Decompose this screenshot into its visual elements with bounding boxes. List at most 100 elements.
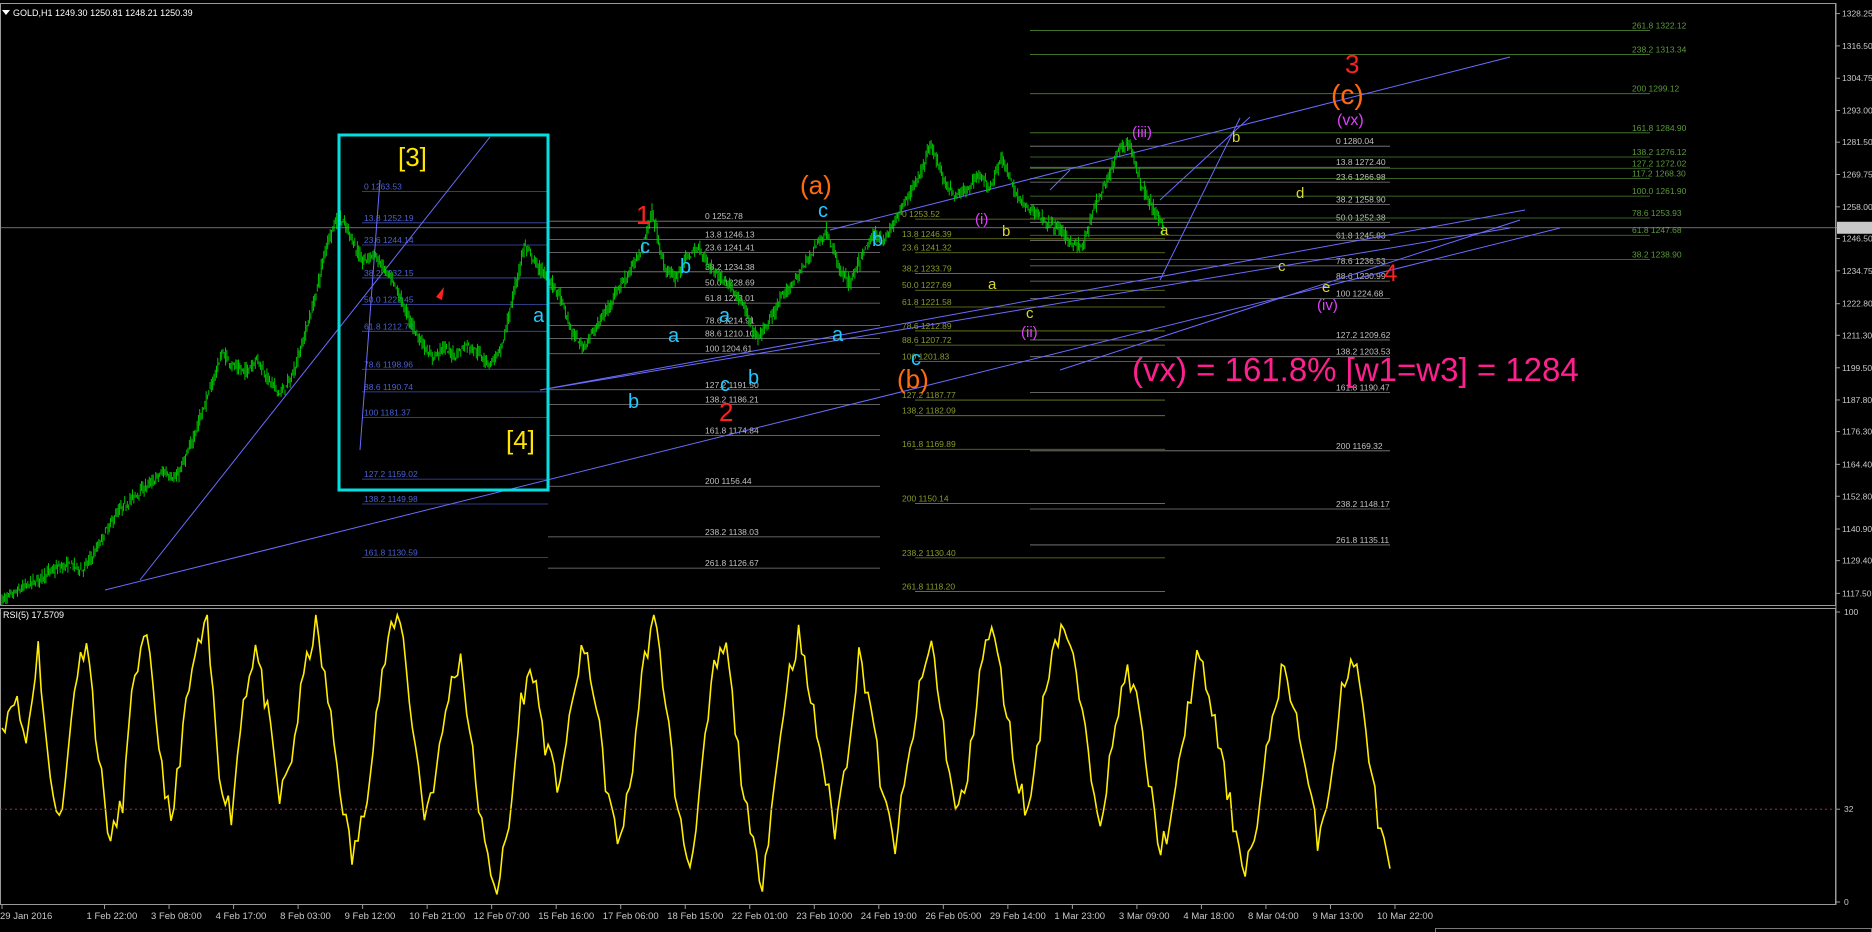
fib-level-label: 138.2 1276.12: [1632, 147, 1687, 157]
wave-label: c: [720, 374, 730, 396]
fib-level-label: 238.2 1313.34: [1632, 45, 1687, 55]
wave-label: (iii): [1132, 124, 1152, 141]
price-tick-label: 1117.50: [1842, 588, 1872, 598]
fib-level-label: 88.6 1190.74: [364, 382, 413, 392]
fib-level-label: 38.2 1238.90: [1632, 249, 1682, 259]
mt4-chart-window[interactable]: 0 1263.5313.8 1252.1923.6 1244.1438.2 12…: [0, 0, 1872, 932]
symbol-ohlc-header: GOLD,H1 1249.30 1250.81 1248.21 1250.39: [13, 8, 193, 18]
fib-level-label: 23.6 1241.32: [902, 243, 952, 253]
wave-label: b: [680, 256, 691, 278]
wave-label: 2: [719, 397, 733, 427]
fib-level-label: 200 1156.44: [705, 476, 752, 486]
price-tick-label: 1199.50: [1842, 363, 1872, 373]
fib-level-label: 0 1263.53: [364, 182, 402, 192]
fib-level-label: 100 1224.68: [1336, 289, 1384, 299]
price-tick-label: 1328.25: [1842, 9, 1872, 19]
time-tick-label: 1 Feb 22:00: [87, 911, 138, 922]
time-tick-label: 8 Feb 03:00: [280, 911, 331, 922]
price-tick-label: 1152.80: [1842, 491, 1872, 501]
fib-level-label: 38.2 1232.15: [364, 268, 414, 278]
time-tick-label: 4 Feb 17:00: [216, 911, 267, 922]
fib-level-label: 261.8 1118.20: [902, 581, 955, 591]
fib-level-label: 13.8 1252.19: [364, 213, 414, 223]
fib-level-label: 61.8 1212.76: [364, 321, 414, 331]
rsi-tick-label: 0: [1844, 897, 1849, 907]
price-tick-label: 1269.75: [1842, 170, 1872, 180]
price-tick-label: 1211.30: [1842, 330, 1872, 340]
fib-level-label: 138.2 1149.98: [364, 494, 418, 504]
fib-level-label: 138.2 1182.09: [902, 406, 956, 416]
fib-level-label: 261.8 1322.12: [1632, 20, 1687, 30]
price-tick-label: 1316.50: [1842, 41, 1872, 51]
wave-label: a: [1160, 222, 1169, 239]
fib-level-label: 38.2 1234.38: [705, 262, 755, 272]
time-tick-label: 4 Mar 18:00: [1183, 911, 1234, 922]
wave-label: 3: [1345, 49, 1359, 79]
time-tick-label: 22 Feb 01:00: [732, 911, 788, 922]
wave-label: 1: [636, 200, 650, 230]
time-tick-label: 10 Mar 22:00: [1377, 911, 1433, 922]
time-tick-label: 12 Feb 07:00: [474, 911, 530, 922]
time-tick-label: 1 Mar 23:00: [1054, 911, 1105, 922]
rsi-indicator-label: RSI(5) 17.5709: [3, 610, 64, 620]
wave-label: b: [1002, 223, 1010, 240]
ohlc-values: 1249.30 1250.81 1248.21 1250.39: [55, 8, 193, 18]
fib-level-label: 261.8 1126.67: [705, 558, 759, 568]
fib-level-label: 61.8 1223.01: [705, 293, 755, 303]
fib-level-label: 38.2 1233.79: [902, 263, 952, 273]
fib-level-label: 13.8 1272.40: [1336, 157, 1386, 167]
time-tick-label: 17 Feb 06:00: [603, 911, 659, 922]
fib-level-label: 238.2 1138.03: [705, 527, 759, 537]
wave-label: c: [818, 200, 828, 222]
fib-level-label: 88.6 1210.10: [705, 329, 755, 339]
price-tick-label: 1246.50: [1842, 233, 1872, 243]
price-tick-label: 1176.30: [1842, 427, 1872, 437]
wave-label: [3]: [398, 142, 427, 172]
wave-label: a: [668, 325, 680, 347]
fib-level-label: 0 1280.04: [1336, 136, 1374, 146]
time-tick-label: 9 Feb 12:00: [345, 911, 396, 922]
wave-label: c: [911, 348, 921, 370]
time-tick-label: 24 Feb 19:00: [861, 911, 917, 922]
price-tick-label: 1304.75: [1842, 73, 1872, 83]
rsi-tick-label: 100: [1844, 607, 1858, 617]
fib-level-label: 100 1201.83: [902, 351, 950, 361]
price-tick-label: 1250.39: [1842, 223, 1872, 233]
price-tick-label: 1281.50: [1842, 137, 1872, 147]
fib-level-label: 61.8 1221.58: [902, 297, 952, 307]
symbol-name: GOLD,H1: [13, 8, 53, 18]
fib-level-label: 13.8 1246.13: [705, 229, 755, 239]
time-tick-label: 10 Feb 21:00: [409, 911, 465, 922]
price-tick-label: 1140.90: [1842, 524, 1872, 534]
wave-label: a: [832, 324, 844, 346]
fib-level-label: 127.2 1272.02: [1632, 158, 1687, 168]
wave-label: d: [1296, 185, 1304, 202]
time-tick-label: 3 Feb 08:00: [151, 911, 202, 922]
fib-level-label: 161.8 1284.90: [1632, 123, 1687, 133]
vx-target-annotation: (vx) = 161.8% [w1=w3] = 1284: [1132, 351, 1579, 388]
time-tick-label: 15 Feb 16:00: [538, 911, 594, 922]
wave-label: (vx): [1337, 112, 1364, 129]
time-tick-label: 9 Mar 13:00: [1312, 911, 1363, 922]
fib-level-label: 127.2 1159.02: [364, 469, 418, 479]
wave-label: b: [628, 391, 639, 413]
fib-level-label: 238.2 1130.40: [902, 548, 956, 558]
rsi-tick-label: 32: [1844, 804, 1854, 814]
fib-level-label: 78.6 1253.93: [1632, 208, 1682, 218]
fib-level-label: 88.6 1207.72: [902, 335, 952, 345]
fib-level-label: 238.2 1148.17: [1336, 499, 1390, 509]
wave-label: (i): [975, 211, 988, 228]
fib-level-label: 161.8 1169.89: [902, 439, 956, 449]
wave-label: b: [748, 367, 759, 389]
wave-label: (a): [800, 170, 832, 200]
fib-level-label: 161.8 1130.59: [364, 547, 418, 557]
wave-label: (ii): [1021, 324, 1038, 341]
wave-label: (iv): [1317, 297, 1338, 314]
wave-label: c: [1026, 305, 1034, 322]
fib-level-label: 78.6 1198.96: [364, 359, 413, 369]
fib-level-label: 23.6 1266.98: [1336, 172, 1386, 182]
fib-level-label: 127.2 1209.62: [1336, 330, 1391, 340]
wave-label: b: [1232, 129, 1240, 146]
fib-level-label: 23.6 1241.41: [705, 242, 755, 252]
fib-level-label: 0 1252.78: [705, 211, 743, 221]
